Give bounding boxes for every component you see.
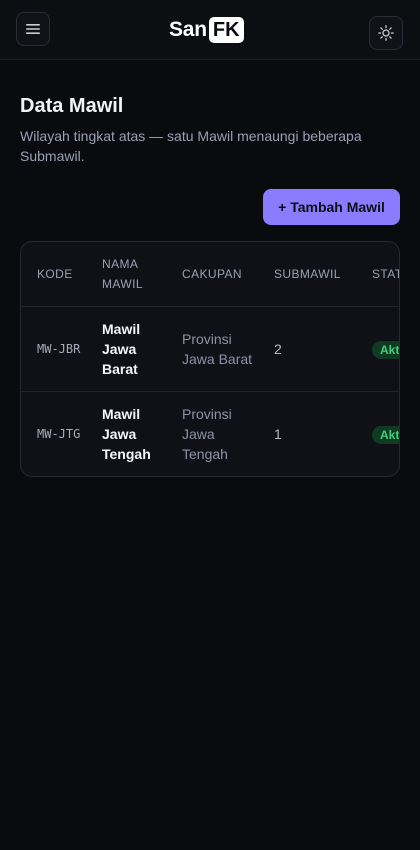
cell-status: Aktif xyxy=(356,391,399,476)
menu-icon xyxy=(26,24,40,34)
column-header-nama: NAMA MAWIL xyxy=(86,242,166,307)
cell-cakupan: Provinsi Jawa Barat xyxy=(166,306,258,392)
column-header-kode: KODE xyxy=(21,242,86,307)
cell-kode: MW-JTG xyxy=(37,426,81,441)
column-header-cakupan: CAKUPAN xyxy=(166,242,258,307)
theme-toggle-button[interactable] xyxy=(369,16,403,50)
cell-status: Aktif xyxy=(356,306,399,392)
table-header-row: KODE NAMA MAWIL CAKUPAN SUBMAWIL STATUS xyxy=(21,242,399,307)
cell-nama: Mawil Jawa Barat xyxy=(86,306,166,392)
page-title: Data Mawil xyxy=(20,95,124,117)
logo-text: San xyxy=(169,18,207,41)
menu-button[interactable] xyxy=(16,12,50,46)
page-description: Wilayah tingkat atas — satu Mawil menaun… xyxy=(20,128,362,164)
status-badge: Aktif xyxy=(372,340,399,359)
status-badge: Aktif xyxy=(372,425,399,444)
mawil-table: KODE NAMA MAWIL CAKUPAN SUBMAWIL STATUS … xyxy=(21,242,399,476)
add-mawil-button[interactable]: + Tambah Mawil xyxy=(263,189,400,225)
app-logo[interactable]: San FK xyxy=(169,16,244,44)
mawil-table-card[interactable]: KODE NAMA MAWIL CAKUPAN SUBMAWIL STATUS … xyxy=(20,241,400,477)
top-bar: San FK xyxy=(0,0,420,60)
column-header-submawil: SUBMAWIL xyxy=(258,242,356,307)
cell-submawil: 2 xyxy=(258,306,356,392)
cell-kode: MW-JBR xyxy=(21,306,86,392)
logo-badge: FK xyxy=(208,17,244,43)
table-row[interactable]: MW-JTG Mawil Jawa Tengah Provinsi Jawa T… xyxy=(21,391,399,476)
column-header-status: STATUS xyxy=(356,242,399,307)
cell-cakupan: Provinsi Jawa Tengah xyxy=(182,405,232,462)
sun-icon xyxy=(378,25,394,41)
cell-submawil: 1 xyxy=(274,425,282,442)
table-row[interactable]: MW-JBR Mawil Jawa Barat Provinsi Jawa Ba… xyxy=(21,306,399,392)
cell-nama: Mawil Jawa Tengah xyxy=(102,405,151,462)
